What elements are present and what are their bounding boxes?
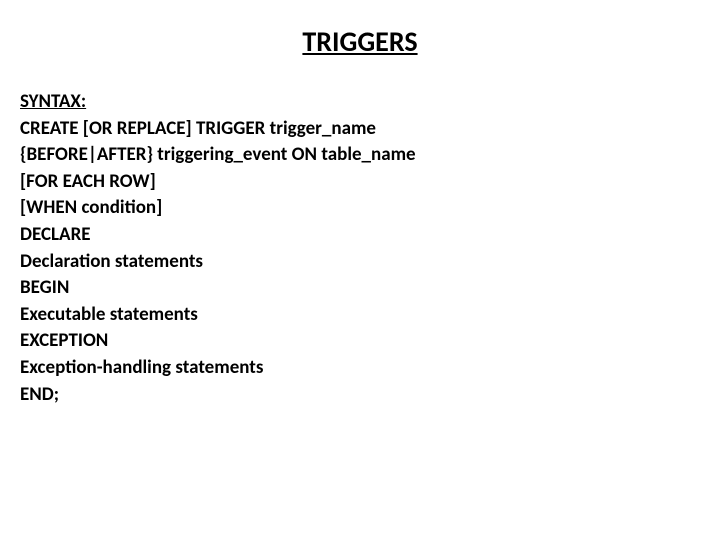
syntax-line: END;: [20, 382, 700, 409]
page-title: TRIGGERS: [20, 24, 700, 59]
syntax-line: [FOR EACH ROW]: [20, 169, 700, 196]
syntax-line: Declaration statements: [20, 249, 700, 276]
syntax-line: CREATE [OR REPLACE] TRIGGER trigger_name: [20, 116, 700, 143]
syntax-line: DECLARE: [20, 222, 700, 249]
syntax-line: Executable statements: [20, 302, 700, 329]
syntax-label: SYNTAX:: [20, 89, 700, 116]
syntax-block: SYNTAX: CREATE [OR REPLACE] TRIGGER trig…: [20, 89, 700, 408]
syntax-line: BEGIN: [20, 275, 700, 302]
syntax-line: Exception-handling statements: [20, 355, 700, 382]
syntax-line: {BEFORE|AFTER} triggering_event ON table…: [20, 142, 700, 169]
syntax-line: [WHEN condition]: [20, 195, 700, 222]
syntax-line: EXCEPTION: [20, 328, 700, 355]
